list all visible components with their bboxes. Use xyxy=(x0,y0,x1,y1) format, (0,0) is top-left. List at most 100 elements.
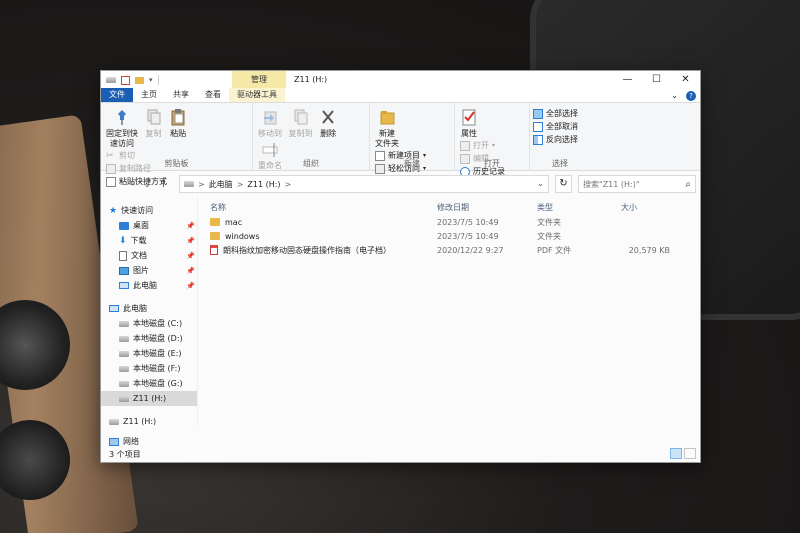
group-label: 剪贴板 xyxy=(164,159,189,168)
close-button[interactable]: ✕ xyxy=(671,71,700,89)
new-folder-icon xyxy=(378,107,396,127)
invert-selection-label: 反向选择 xyxy=(546,135,578,144)
file-modified: 2023/7/5 10:49 xyxy=(437,231,499,241)
nav-documents[interactable]: 文档 📌 xyxy=(101,248,197,263)
qat-dropdown-icon[interactable]: ▾ xyxy=(149,76,153,84)
address-bar[interactable]: > 此电脑 > Z11 (H:) > ⌄ xyxy=(178,175,549,193)
nav-pictures[interactable]: 图片 📌 xyxy=(101,263,197,278)
paste-shortcut-label: 粘贴快捷方式 xyxy=(119,177,167,186)
drive-icon xyxy=(183,181,194,187)
nav-drive-c[interactable]: 本地磁盘 (C:) xyxy=(101,316,197,331)
tab-manage[interactable]: 管理 xyxy=(232,71,286,89)
nav-drive-h[interactable]: Z11 (H:) xyxy=(101,391,197,406)
select-none-icon xyxy=(533,121,543,132)
nav-label: 此电脑 xyxy=(123,304,147,313)
document-icon xyxy=(119,250,127,261)
new-folder-qat-icon[interactable] xyxy=(135,76,144,84)
nav-label: 快速访问 xyxy=(121,206,154,215)
folder-icon xyxy=(210,218,220,226)
folder-icon xyxy=(210,232,220,240)
rename-icon xyxy=(261,139,279,159)
nav-drive-g[interactable]: 本地磁盘 (G:) xyxy=(101,376,197,391)
copy-to-button[interactable]: 复制到 xyxy=(289,107,313,139)
move-to-button[interactable]: 移动到 xyxy=(258,107,282,139)
column-modified[interactable]: 修改日期 xyxy=(435,202,535,213)
paste-button[interactable]: 粘贴 xyxy=(169,107,187,139)
breadcrumb-drive[interactable]: Z11 (H:) xyxy=(247,180,280,189)
table-row[interactable]: windows 2023/7/5 10:49 文件夹 xyxy=(198,229,700,243)
breadcrumb-separator: > xyxy=(197,179,205,189)
nav-downloads[interactable]: ⬇ 下载 📌 xyxy=(101,233,197,248)
nav-drive-f[interactable]: 本地磁盘 (F:) xyxy=(101,361,197,376)
shortcut-icon xyxy=(106,176,116,187)
move-to-label: 移动到 xyxy=(258,129,282,138)
maximize-button[interactable]: ☐ xyxy=(642,71,671,89)
open-button[interactable]: 打开 ▾ xyxy=(460,139,505,152)
nav-this-pc[interactable]: 此电脑 xyxy=(101,301,197,316)
ribbon-tabs: 文件 主页 共享 查看 驱动器工具 ⌄ ? xyxy=(101,88,700,103)
tab-view[interactable]: 查看 xyxy=(197,88,229,102)
select-all-icon xyxy=(533,108,543,119)
tab-drive-tools[interactable]: 驱动器工具 xyxy=(229,88,285,102)
nav-label: 此电脑 xyxy=(133,281,157,290)
group-new: 新建 文件夹 新建项目 ▾ 轻松访问 ▾ 新建 xyxy=(370,103,455,174)
minimize-button[interactable]: — xyxy=(613,71,642,89)
invert-selection-button[interactable]: 反向选择 xyxy=(533,133,578,146)
title-bar: ▾ 管理 Z11 (H:) — ☐ ✕ xyxy=(101,71,700,89)
file-type: 文件夹 xyxy=(537,231,561,241)
nav-label: 下载 xyxy=(130,236,147,245)
drive-icon xyxy=(119,395,129,402)
table-row[interactable]: 朗科指纹加密移动固态硬盘操作指南（电子档） 2020/12/22 9:27 PD… xyxy=(198,243,700,257)
details-view-button[interactable] xyxy=(670,448,682,459)
pin-icon: 📌 xyxy=(186,221,195,230)
group-label: 组织 xyxy=(303,159,319,168)
column-size[interactable]: 大小 xyxy=(620,202,670,213)
nav-label: 本地磁盘 (G:) xyxy=(133,379,183,388)
properties-button[interactable]: 属性 xyxy=(460,107,478,139)
breadcrumb-separator: > xyxy=(236,179,244,189)
tab-share[interactable]: 共享 xyxy=(165,88,197,102)
column-name[interactable]: 名称 xyxy=(198,202,435,213)
open-label: 打开 xyxy=(473,141,489,150)
drive-icon xyxy=(119,350,129,357)
address-dropdown-icon[interactable]: ⌄ xyxy=(537,179,544,188)
nav-desktop[interactable]: 桌面 📌 xyxy=(101,218,197,233)
tab-home[interactable]: 主页 xyxy=(133,88,165,102)
nav-this-pc-quick[interactable]: 此电脑 📌 xyxy=(101,278,197,293)
properties-icon xyxy=(460,107,478,127)
select-all-button[interactable]: 全部选择 xyxy=(533,107,578,120)
file-modified: 2023/7/5 10:49 xyxy=(437,217,499,227)
file-size: 20,579 KB xyxy=(628,245,670,255)
nav-drive-d[interactable]: 本地磁盘 (D:) xyxy=(101,331,197,346)
new-folder-button[interactable]: 新建 文件夹 xyxy=(375,107,399,149)
nav-drive-e[interactable]: 本地磁盘 (E:) xyxy=(101,346,197,361)
copy-icon xyxy=(145,107,163,127)
group-label: 打开 xyxy=(484,159,500,168)
select-none-button[interactable]: 全部取消 xyxy=(533,120,578,133)
drive-icon xyxy=(119,320,129,327)
computer-icon xyxy=(109,305,119,312)
paste-shortcut-button[interactable]: 粘贴快捷方式 xyxy=(106,175,167,188)
nav-drive-h-root[interactable]: Z11 (H:) xyxy=(101,414,197,429)
column-type[interactable]: 类型 xyxy=(535,202,620,213)
refresh-button[interactable]: ↻ xyxy=(554,175,573,193)
delete-button[interactable]: 删除 xyxy=(319,107,337,139)
copy-to-icon xyxy=(292,107,310,127)
tab-file[interactable]: 文件 xyxy=(101,88,133,102)
table-row[interactable]: mac 2023/7/5 10:49 文件夹 xyxy=(198,215,700,229)
delete-x-icon xyxy=(319,107,337,127)
large-icons-view-button[interactable] xyxy=(684,448,696,459)
file-type: PDF 文件 xyxy=(537,245,572,255)
pin-quick-access-button[interactable]: 固定到快 速访问 xyxy=(106,107,138,149)
copy-button[interactable]: 复制 xyxy=(145,107,163,139)
help-icon[interactable]: ? xyxy=(686,91,696,101)
breadcrumb-this-pc[interactable]: 此电脑 xyxy=(209,179,233,190)
navigation-pane: ★ 快速访问 桌面 📌 ⬇ 下载 📌 文档 📌 图片 📌 此电脑 📌 此电脑 本地磁盘 (C:… xyxy=(101,197,198,446)
computer-icon xyxy=(119,282,129,289)
properties-qat-icon[interactable] xyxy=(121,75,130,85)
nav-label: 本地磁盘 (D:) xyxy=(133,334,183,343)
column-header-row: 名称 修改日期 类型 大小 xyxy=(198,199,700,215)
nav-quick-access[interactable]: ★ 快速访问 xyxy=(101,203,197,218)
ribbon-collapse-icon[interactable]: ⌄ xyxy=(671,89,678,103)
search-input[interactable]: 搜索"Z11 (H:)" ⌕ xyxy=(578,175,697,193)
